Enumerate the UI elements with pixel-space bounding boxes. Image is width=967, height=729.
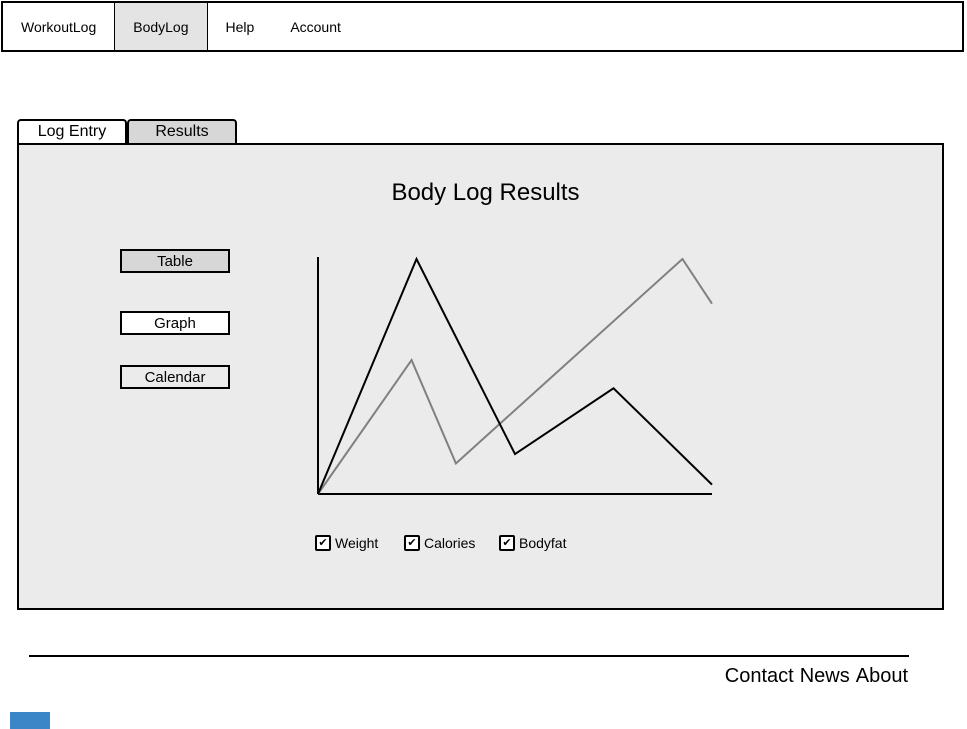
legend-label: Weight xyxy=(335,535,379,551)
results-panel: Body Log Results Table Graph Calendar ✔ … xyxy=(17,143,944,610)
legend-weight-toggle[interactable]: ✔ Weight xyxy=(315,535,378,551)
checkbox-checked-icon[interactable]: ✔ xyxy=(404,535,420,551)
checkbox-checked-icon[interactable]: ✔ xyxy=(499,535,515,551)
checkbox-checked-icon[interactable]: ✔ xyxy=(315,535,331,551)
footer-link-about[interactable]: About xyxy=(856,665,908,688)
nav-item-label: Account xyxy=(290,18,341,35)
nav-item-label: Help xyxy=(225,18,255,35)
tab-label: Log Entry xyxy=(37,123,107,140)
tab-log-entry[interactable]: Log Entry xyxy=(17,119,127,143)
tab-label: Results xyxy=(155,123,209,140)
footer-links: Contact News About xyxy=(725,665,908,688)
nav-item-account[interactable]: Account xyxy=(272,3,359,50)
legend-bodyfat-toggle[interactable]: ✔ Bodyfat xyxy=(499,535,566,551)
nav-item-workoutlog[interactable]: WorkoutLog xyxy=(3,3,116,50)
nav-item-label: BodyLog xyxy=(133,18,189,35)
results-line-chart xyxy=(317,256,713,495)
footer-link-contact[interactable]: Contact xyxy=(725,665,794,688)
legend-label: Bodyfat xyxy=(519,535,567,551)
app-logo-badge xyxy=(10,712,50,729)
nav-item-bodylog[interactable]: BodyLog xyxy=(115,3,208,50)
series-line-0 xyxy=(317,256,713,495)
footer-divider xyxy=(29,655,909,657)
footer-link-news[interactable]: News xyxy=(800,665,850,688)
legend-label: Calories xyxy=(424,535,476,551)
tab-results[interactable]: Results xyxy=(127,119,237,143)
nav-item-help[interactable]: Help xyxy=(208,3,273,50)
nav-item-label: WorkoutLog xyxy=(21,18,97,35)
top-nav: WorkoutLog BodyLog Help Account xyxy=(1,1,964,52)
series-line-1 xyxy=(317,257,713,495)
legend-calories-toggle[interactable]: ✔ Calories xyxy=(404,535,475,551)
